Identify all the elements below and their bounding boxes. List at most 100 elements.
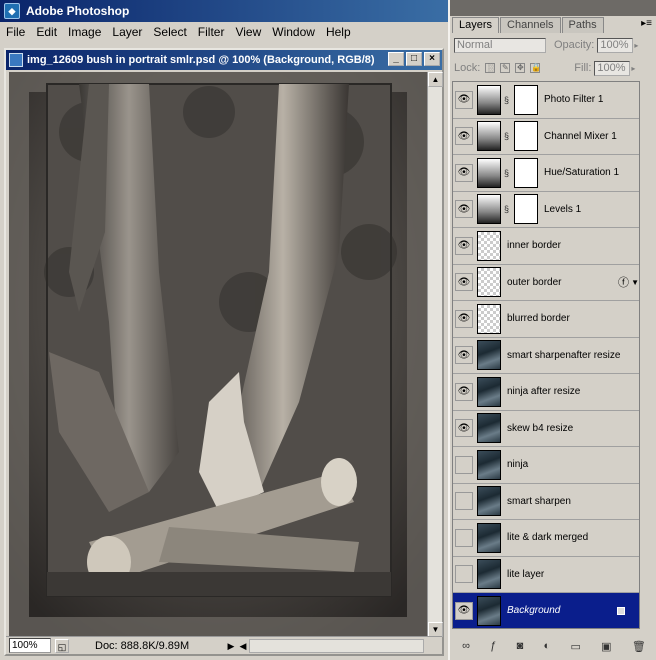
opacity-field[interactable]: 100% [597,37,634,53]
document-title-bar[interactable]: img_12609 bush in portrait smlr.psd @ 10… [6,50,442,70]
lock-all-icon[interactable]: 🔒 [530,63,541,73]
add-mask-icon[interactable]: ◙ [517,640,524,652]
layer-mask-thumbnail[interactable] [514,194,538,225]
image-canvas[interactable] [9,72,427,637]
layer-row[interactable]: 👁 outer border ⓕ ▼ [453,264,639,301]
scroll-down-icon[interactable]: ▼ [428,622,443,637]
layer-row[interactable]: 👁 § Channel Mixer 1 [453,118,639,155]
mask-link-icon[interactable]: § [504,204,512,214]
lock-position-icon[interactable]: ✥ [515,63,526,73]
layer-row[interactable]: 👁 ninja [453,447,639,484]
maximize-button[interactable]: □ [406,52,422,66]
layer-row[interactable]: 👁 blurred border [453,301,639,338]
lock-image-icon[interactable]: ✎ [500,63,511,73]
layer-row[interactable]: 👁 lite layer [453,556,639,593]
layer-mask-thumbnail[interactable] [514,121,538,152]
visibility-eye-icon[interactable]: 👁 [455,163,473,182]
layer-name: Background [507,605,561,617]
visibility-eye-icon[interactable]: 👁 [455,419,473,438]
mask-link-icon[interactable]: § [504,168,512,178]
layer-lock-icon [617,606,625,615]
menu-help[interactable]: Help [326,25,351,39]
layer-row[interactable]: 👁 § Levels 1 [453,191,639,228]
blend-row: Normal Opacity: 100% ▸ [454,36,652,54]
new-group-icon[interactable]: ▭ [570,640,580,653]
palette-header[interactable] [450,0,656,16]
visibility-eye-icon[interactable]: 👁 [455,455,473,474]
menu-bar: File Edit Image Layer Select Filter View… [0,22,448,42]
visibility-eye-icon[interactable]: 👁 [455,90,473,109]
menu-view[interactable]: View [235,25,261,39]
menu-file[interactable]: File [6,25,25,39]
visibility-eye-icon[interactable]: 👁 [455,565,473,584]
layer-row[interactable]: 👁 ninja after resize [453,374,639,411]
layer-mask-thumbnail[interactable] [514,84,538,115]
menu-filter[interactable]: Filter [198,25,225,39]
status-popup-arrow-icon[interactable]: ▶ [225,639,237,653]
mask-link-icon[interactable]: § [504,131,512,141]
layer-name: skew b4 resize [507,422,574,434]
menu-window[interactable]: Window [272,25,315,39]
new-layer-icon[interactable]: ▣ [601,640,611,653]
layer-row[interactable]: 👁 lite & dark merged [453,520,639,557]
visibility-eye-icon[interactable]: 👁 [455,200,473,219]
layer-thumbnail [477,449,501,480]
menu-image[interactable]: Image [68,25,101,39]
menu-layer[interactable]: Layer [112,25,142,39]
horizontal-scrollbar[interactable] [249,638,424,653]
layer-row[interactable]: 👁 § Hue/Saturation 1 [453,155,639,192]
visibility-eye-icon[interactable]: 👁 [455,528,473,547]
scroll-left-icon[interactable]: ◀ [237,639,249,653]
tab-layers[interactable]: Layers [452,17,500,33]
menu-edit[interactable]: Edit [36,25,57,39]
visibility-eye-icon[interactable]: 👁 [455,273,473,292]
menu-select[interactable]: Select [153,25,186,39]
layer-row[interactable]: 👁 skew b4 resize [453,410,639,447]
layer-row[interactable]: 👁 smart sharpenafter resize [453,337,639,374]
layer-row[interactable]: 👁 inner border [453,228,639,265]
layer-effects-icon[interactable]: ⓕ [618,274,629,290]
tab-paths[interactable]: Paths [561,17,604,33]
app-title: Adobe Photoshop [26,4,130,18]
layer-name: ninja after resize [507,386,581,398]
delete-layer-icon[interactable]: 🗑 [632,640,646,653]
visibility-eye-icon[interactable]: 👁 [455,382,473,401]
layers-palette: Layers Channels Paths ▸≡ Normal Opacity:… [448,0,656,660]
layer-mask-thumbnail[interactable] [514,157,538,188]
visibility-eye-icon[interactable]: 👁 [455,236,473,255]
effects-expand-icon[interactable]: ▼ [631,278,639,287]
layer-thumbnail [477,267,501,298]
layer-style-icon[interactable]: ƒ [490,640,496,652]
app-title-bar[interactable]: ◆ Adobe Photoshop [0,0,448,22]
link-layers-icon[interactable]: ∞ [462,640,470,652]
minimize-button[interactable]: _ [388,52,404,66]
visibility-eye-icon[interactable]: 👁 [455,346,473,365]
new-adjustment-layer-icon[interactable]: ◐ [544,640,551,652]
layer-list-scrollbar[interactable] [641,81,656,629]
scroll-up-icon[interactable]: ▲ [428,72,443,87]
layer-row[interactable]: 👁 smart sharpen [453,483,639,520]
palette-menu-icon[interactable]: ▸≡ [641,18,652,29]
status-menu-icon[interactable]: ◱ [55,638,69,653]
layer-name: inner border [507,240,561,252]
blend-mode-select[interactable]: Normal [454,37,546,53]
visibility-eye-icon[interactable]: 👁 [455,127,473,146]
palette-tabs: Layers Channels Paths [452,17,656,33]
opacity-dropdown-icon[interactable]: ▸ [634,41,638,50]
close-button[interactable]: × [424,52,440,66]
mask-link-icon[interactable]: § [504,95,512,105]
tab-channels[interactable]: Channels [500,17,561,33]
layer-thumbnail [477,157,501,188]
vertical-scrollbar[interactable]: ▲ ▼ [427,72,443,637]
fill-field[interactable]: 100% [594,60,631,76]
fill-dropdown-icon[interactable]: ▸ [631,64,635,73]
layer-row[interactable]: 👁 Background [453,593,639,628]
layer-list: 👁 § Photo Filter 1 👁 § Channel Mixer 1 👁 § Hue/S… [452,81,640,629]
document-info: Doc: 888.8K/9.89M [95,639,190,652]
layer-row[interactable]: 👁 § Photo Filter 1 [453,82,639,119]
visibility-eye-icon[interactable]: 👁 [455,601,473,620]
zoom-field[interactable]: 100% [9,638,51,653]
visibility-eye-icon[interactable]: 👁 [455,309,473,328]
lock-transparency-icon[interactable]: ░ [485,63,496,73]
visibility-eye-icon[interactable]: 👁 [455,492,473,511]
